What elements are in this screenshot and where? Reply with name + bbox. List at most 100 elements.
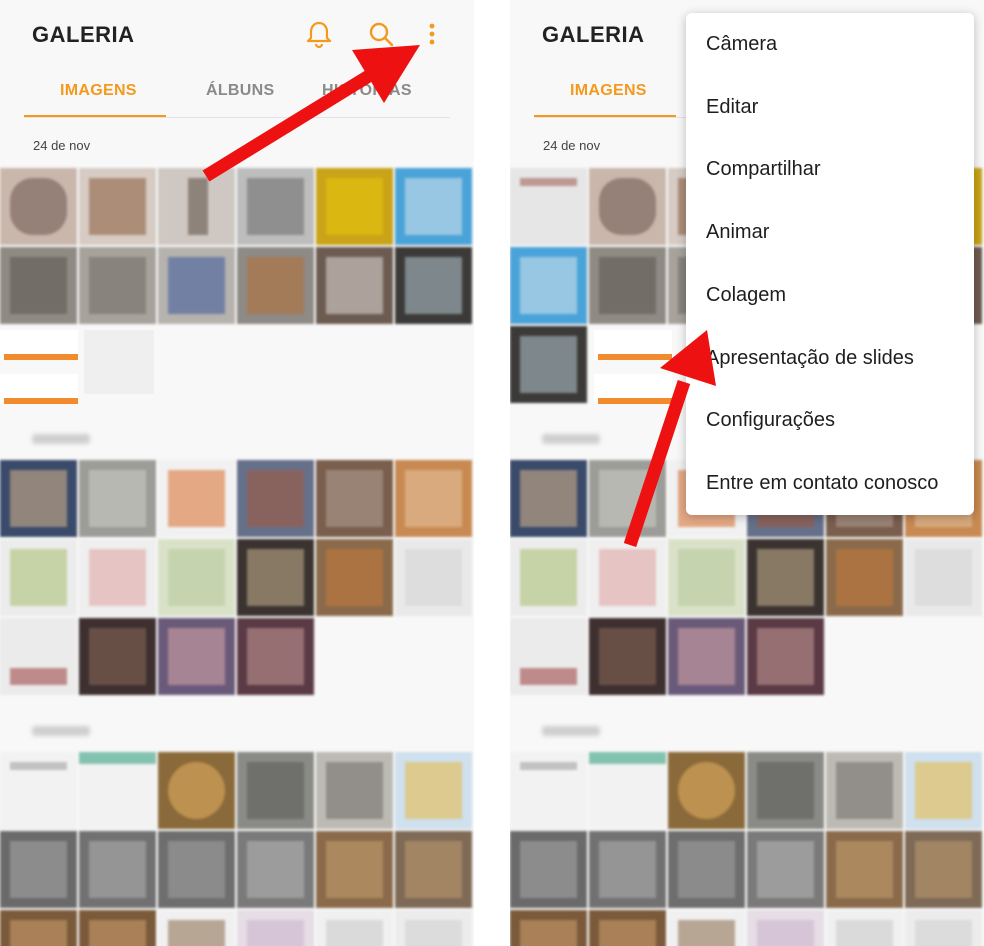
photo-thumbnail[interactable]	[237, 539, 314, 616]
photo-thumbnail[interactable]	[395, 910, 472, 946]
photo-thumbnail[interactable]	[589, 539, 666, 616]
menu-item-contact-us[interactable]: Entre em contato conosco	[686, 452, 974, 515]
photo-thumbnail[interactable]	[905, 831, 982, 908]
photo-thumbnail[interactable]	[237, 618, 314, 695]
photo-thumbnail[interactable]	[0, 618, 77, 695]
photo-thumbnail[interactable]	[316, 460, 393, 537]
photo-thumbnail[interactable]	[237, 460, 314, 537]
photo-thumbnail[interactable]	[0, 752, 77, 829]
photo-thumbnail[interactable]	[0, 831, 77, 908]
more-vert-icon[interactable]	[417, 18, 447, 50]
photo-thumbnail[interactable]	[158, 460, 235, 537]
menu-item-share[interactable]: Compartilhar	[686, 139, 974, 202]
photo-thumbnail[interactable]	[510, 910, 587, 946]
photo-thumbnail[interactable]	[826, 752, 903, 829]
photo-thumbnail[interactable]	[237, 247, 314, 324]
photo-thumbnail[interactable]	[79, 910, 156, 946]
photo-thumbnail[interactable]	[79, 618, 156, 695]
photo-thumbnail[interactable]	[79, 247, 156, 324]
collage-card[interactable]	[594, 374, 672, 404]
menu-item-animate[interactable]: Animar	[686, 201, 974, 264]
photo-thumbnail[interactable]	[510, 539, 587, 616]
photo-thumbnail[interactable]	[747, 910, 824, 946]
collage-card[interactable]	[0, 374, 78, 404]
photo-thumbnail[interactable]	[79, 460, 156, 537]
menu-item-camera[interactable]: Câmera	[686, 13, 974, 76]
photo-thumbnail[interactable]	[589, 910, 666, 946]
photo-thumbnail[interactable]	[668, 539, 745, 616]
photo-thumbnail[interactable]	[747, 752, 824, 829]
photo-thumbnail[interactable]	[79, 539, 156, 616]
photo-thumbnail[interactable]	[158, 168, 235, 245]
photo-thumbnail[interactable]	[158, 910, 235, 946]
photo-thumbnail[interactable]	[79, 168, 156, 245]
photo-thumbnail[interactable]	[237, 910, 314, 946]
photo-thumbnail[interactable]	[316, 831, 393, 908]
photo-thumbnail[interactable]	[395, 247, 472, 324]
photo-thumbnail[interactable]	[395, 168, 472, 245]
photo-thumbnail[interactable]	[510, 618, 587, 695]
photo-thumbnail[interactable]	[905, 752, 982, 829]
photo-thumbnail[interactable]	[79, 752, 156, 829]
photo-thumbnail[interactable]	[510, 326, 587, 403]
photo-thumbnail[interactable]	[395, 539, 472, 616]
menu-item-settings[interactable]: Configurações	[686, 390, 974, 453]
photo-thumbnail[interactable]	[589, 460, 666, 537]
photo-thumbnail[interactable]	[668, 752, 745, 829]
photo-thumbnail[interactable]	[0, 460, 77, 537]
photo-thumbnail[interactable]	[668, 910, 745, 946]
photo-thumbnail[interactable]	[158, 831, 235, 908]
photo-thumbnail[interactable]	[395, 752, 472, 829]
photo-thumbnail[interactable]	[589, 831, 666, 908]
photo-thumbnail[interactable]	[237, 168, 314, 245]
photo-thumbnail[interactable]	[747, 831, 824, 908]
collage-card[interactable]	[84, 330, 154, 394]
photo-thumbnail[interactable]	[510, 460, 587, 537]
photo-thumbnail[interactable]	[589, 618, 666, 695]
photo-thumbnail[interactable]	[158, 539, 235, 616]
photo-thumbnail[interactable]	[589, 168, 666, 245]
photo-thumbnail[interactable]	[747, 618, 824, 695]
photo-thumbnail[interactable]	[395, 831, 472, 908]
photo-thumbnail[interactable]	[395, 460, 472, 537]
search-icon[interactable]	[366, 18, 396, 50]
collage-card[interactable]	[594, 330, 672, 360]
photo-thumbnail[interactable]	[826, 831, 903, 908]
photo-thumbnail[interactable]	[589, 752, 666, 829]
menu-item-slideshow[interactable]: Apresentação de slides	[686, 327, 974, 390]
bell-icon[interactable]	[304, 18, 334, 50]
photo-thumbnail[interactable]	[0, 539, 77, 616]
photo-thumbnail[interactable]	[0, 168, 77, 245]
photo-thumbnail[interactable]	[747, 539, 824, 616]
photo-thumbnail[interactable]	[158, 618, 235, 695]
photo-thumbnail[interactable]	[316, 168, 393, 245]
tab-imagens[interactable]: IMAGENS	[570, 82, 647, 100]
photo-thumbnail[interactable]	[237, 752, 314, 829]
photo-thumbnail[interactable]	[668, 831, 745, 908]
photo-thumbnail[interactable]	[905, 910, 982, 946]
menu-item-edit[interactable]: Editar	[686, 76, 974, 139]
photo-thumbnail[interactable]	[0, 247, 77, 324]
photo-thumbnail[interactable]	[510, 831, 587, 908]
photo-thumbnail[interactable]	[589, 247, 666, 324]
photo-thumbnail[interactable]	[826, 910, 903, 946]
photo-thumbnail[interactable]	[826, 539, 903, 616]
tab-historias[interactable]: HISTÓRIAS	[322, 82, 412, 100]
photo-thumbnail[interactable]	[668, 618, 745, 695]
photo-thumbnail[interactable]	[316, 752, 393, 829]
photo-thumbnail[interactable]	[316, 247, 393, 324]
tab-albuns[interactable]: ÁLBUNS	[206, 82, 274, 100]
tab-imagens[interactable]: IMAGENS	[60, 82, 137, 100]
photo-thumbnail[interactable]	[158, 247, 235, 324]
collage-card[interactable]	[0, 330, 78, 360]
photo-thumbnail[interactable]	[0, 910, 77, 946]
photo-thumbnail[interactable]	[905, 539, 982, 616]
menu-item-collage[interactable]: Colagem	[686, 264, 974, 327]
photo-thumbnail[interactable]	[510, 168, 587, 245]
photo-thumbnail[interactable]	[237, 831, 314, 908]
photo-thumbnail[interactable]	[510, 752, 587, 829]
photo-thumbnail[interactable]	[158, 752, 235, 829]
photo-thumbnail[interactable]	[316, 539, 393, 616]
photo-thumbnail[interactable]	[316, 910, 393, 946]
photo-thumbnail[interactable]	[79, 831, 156, 908]
